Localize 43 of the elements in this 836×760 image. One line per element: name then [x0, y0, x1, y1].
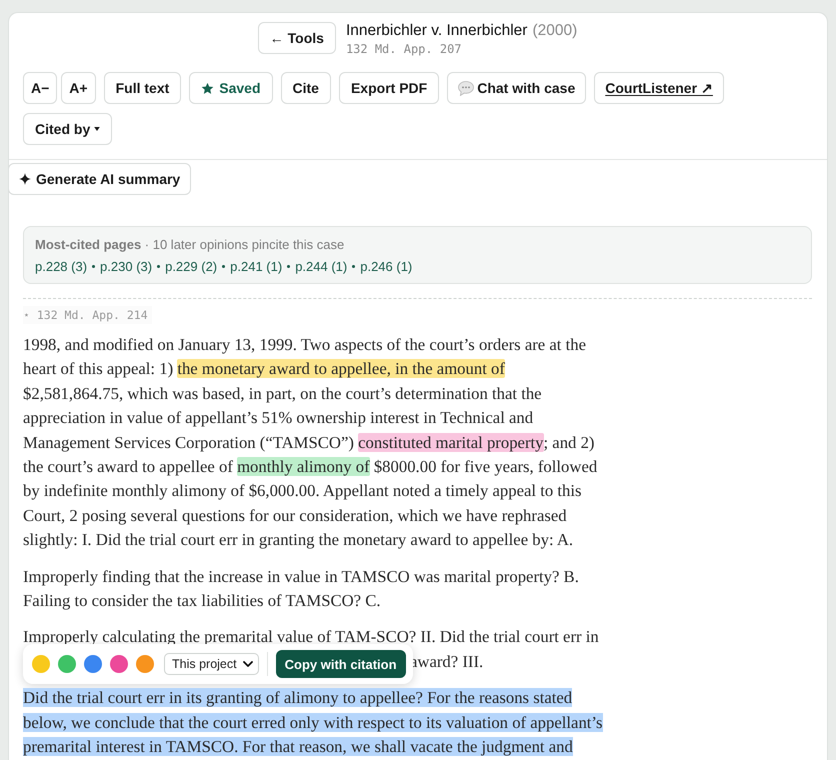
color-swatch-icon[interactable]	[58, 655, 76, 674]
color-swatch-icon[interactable]	[32, 655, 50, 674]
separator-dot	[287, 265, 290, 268]
back-button[interactable]: ← Tools	[258, 22, 336, 54]
toolbar-button[interactable]: Cite	[280, 72, 331, 104]
paragraph-text: 1998, and modified on January 13, 1999. Two aspects of the court’s orders are at the heart of this appeal: 1) the monetary award to appellee, in the amount of $2,581,864.75, which was based, in part, on the court’s determination that the appreciation in value of appellant’s 51% ownership interest in Technical and Management Services Corporation (“TAMSCO”) constituted marital property; and 2) the court’s award to appellee of monthly alimony of $8000.00 for five years, followed by indefinite monthly alimony of $6,000.00. Appellant noted a timely appeal to this Court, 2 posing several questions for our consideration, which we have rephrased slightly: I. Did the trial court err in granting the monetary award to appellee by: A.	[23, 334, 598, 552]
speech-bubble-icon	[458, 80, 474, 96]
paragraph-text: Did the trial court err in its granting of alimony to appellee? For the reasons stated below, we conclude that the court erred only with respect to its valuation of appellant’s premarital interest in TAMSCO. For that reason, we shall vacate the judgment and	[23, 687, 604, 758]
sparkle-icon	[19, 173, 31, 185]
separator-dot	[352, 265, 356, 268]
font-size-button[interactable]: A+	[61, 72, 96, 104]
color-swatch-icon[interactable]	[84, 655, 102, 674]
separator-dot	[157, 265, 160, 268]
toolbar-button[interactable]: Export PDF	[338, 72, 440, 104]
project-select[interactable]: This project	[164, 653, 259, 676]
paragraph-text: Improperly finding that the increase in value in TAMSCO was marital property? B. Failing to consider the tax liabilities of TAMSCO? C.	[23, 566, 580, 612]
page-link[interactable]: p.228 (3)	[35, 259, 88, 274]
most-cited-heading: Most-cited pages · 10 later opinions pincite this case	[35, 237, 346, 252]
page-link[interactable]: p.230 (3)	[100, 259, 152, 274]
page-link[interactable]: p.246 (1)	[360, 259, 412, 274]
chat-button[interactable]: Chat with case	[447, 72, 586, 104]
color-swatch-icon[interactable]	[136, 655, 154, 674]
toolbar-button[interactable]: Full text	[104, 72, 182, 104]
case-title: Innerbichler v. Innerbichler	[346, 22, 528, 40]
page-marker: ⋆ 132 Md. App. 214	[23, 306, 152, 324]
case-citation: 132 Md. App. 207	[346, 42, 463, 56]
case-year: (2000)	[532, 22, 578, 40]
chevron-down-icon	[242, 660, 253, 668]
cited-by-dropdown[interactable]: Cited by	[23, 113, 112, 145]
caret-down-icon	[94, 127, 100, 131]
page-link[interactable]: p.244 (1)	[295, 259, 348, 274]
generate-summary-button[interactable]: Generate AI summary	[9, 163, 192, 195]
star-icon	[201, 82, 214, 94]
separator-dot	[92, 265, 96, 268]
page-link[interactable]: p.229 (2)	[165, 259, 218, 274]
copy-with-citation-button[interactable]: Copy with citation	[276, 650, 406, 678]
page-link[interactable]: p.241 (1)	[230, 259, 282, 274]
color-swatch-icon[interactable]	[110, 655, 128, 674]
save-button[interactable]: Saved	[189, 72, 273, 104]
font-size-button[interactable]: A−	[23, 72, 58, 104]
separator-dot	[222, 265, 226, 268]
paragraph-text: Improperly calculating the premarital value of TAM-SCO? II. Did the trial court err in	[23, 626, 600, 648]
external-link[interactable]: CourtListener ↗	[594, 72, 724, 104]
